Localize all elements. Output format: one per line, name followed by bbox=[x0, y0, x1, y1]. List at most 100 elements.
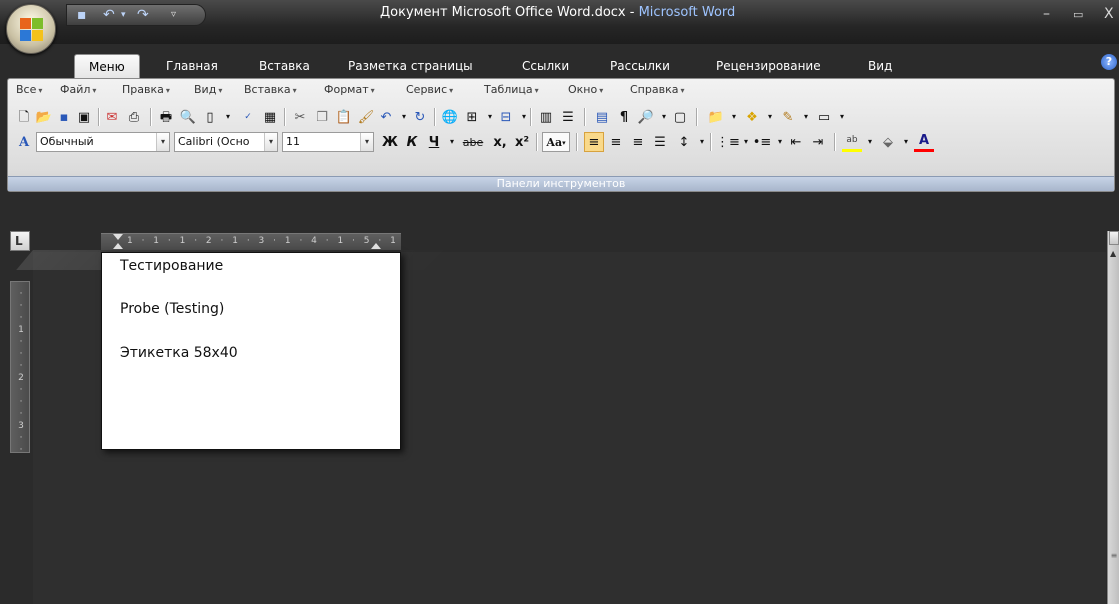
superscript-button[interactable]: x² bbox=[512, 132, 532, 152]
office-button[interactable] bbox=[6, 4, 56, 54]
subscript-button[interactable]: x, bbox=[490, 132, 510, 152]
menu-view[interactable]: Вид ▾ bbox=[194, 83, 222, 96]
shapes-dropdown-icon[interactable]: ▾ bbox=[796, 107, 816, 127]
print-icon[interactable]: 🖶 bbox=[156, 107, 176, 127]
paste-icon[interactable]: 📋 bbox=[334, 107, 354, 127]
decrease-indent-icon[interactable]: ⇤ bbox=[786, 132, 806, 152]
hyperlink-icon[interactable]: 🌐 bbox=[440, 107, 460, 127]
undo-dropdown-icon[interactable]: ▾ bbox=[121, 7, 126, 23]
chevron-down-icon[interactable]: ▾ bbox=[264, 133, 277, 151]
highlight-dropdown-icon[interactable]: ▾ bbox=[860, 132, 880, 152]
menu-table[interactable]: Таблица ▾ bbox=[484, 83, 539, 96]
paragraph[interactable]: Probe (Testing) bbox=[120, 301, 224, 317]
print-preview-icon[interactable]: ⎙ bbox=[124, 107, 144, 127]
research-dropdown-icon[interactable]: ▾ bbox=[218, 107, 238, 127]
paragraph[interactable]: Тестирование bbox=[120, 258, 223, 274]
scroll-thumb[interactable]: ≡ bbox=[1109, 551, 1119, 565]
justify-icon[interactable]: ☰ bbox=[650, 132, 670, 152]
shading-dropdown-icon[interactable]: ▾ bbox=[896, 132, 916, 152]
bullets-icon[interactable]: •≡ bbox=[752, 132, 772, 152]
tab-review[interactable]: Рецензирование bbox=[702, 54, 835, 78]
menu-format[interactable]: Формат ▾ bbox=[324, 83, 375, 96]
vertical-scrollbar[interactable]: ▲ ≡ bbox=[1107, 231, 1119, 604]
spelling-icon[interactable]: ✓ bbox=[238, 107, 258, 127]
save-icon[interactable]: ▪ bbox=[54, 107, 74, 127]
align-left-icon[interactable]: ≡ bbox=[584, 132, 604, 152]
new-document-icon[interactable]: 🗋 bbox=[14, 107, 34, 127]
format-painter-icon[interactable]: 🖌 bbox=[356, 107, 376, 127]
underline-dropdown-icon[interactable]: ▾ bbox=[442, 132, 462, 152]
shapes-icon[interactable]: ✎ bbox=[778, 107, 798, 127]
email-icon[interactable]: ✉ bbox=[102, 107, 122, 127]
left-indent-marker[interactable] bbox=[113, 243, 123, 249]
paragraph[interactable]: Этикетка 58x40 bbox=[120, 345, 238, 361]
menu-window[interactable]: Окно ▾ bbox=[568, 83, 603, 96]
redo-icon[interactable]: ↻ bbox=[410, 107, 430, 127]
research-icon[interactable]: ▯ bbox=[200, 107, 220, 127]
customize-qat-icon[interactable]: ▿ bbox=[171, 7, 176, 23]
underline-button[interactable]: Ч bbox=[424, 132, 444, 152]
save-icon[interactable]: ▪ bbox=[77, 7, 87, 23]
insert-excel-icon[interactable]: ⊟ bbox=[496, 107, 516, 127]
styles-icon[interactable]: A bbox=[14, 132, 34, 152]
chevron-down-icon[interactable]: ▾ bbox=[360, 133, 373, 151]
undo-icon[interactable]: ↶ bbox=[376, 107, 396, 127]
line-spacing-icon[interactable]: ↕ bbox=[674, 132, 694, 152]
help-icon[interactable]: ? bbox=[1101, 54, 1117, 70]
menu-all[interactable]: Все ▾ bbox=[16, 83, 42, 96]
tab-page-layout[interactable]: Разметка страницы bbox=[334, 54, 487, 78]
redo-icon[interactable]: ↷ bbox=[137, 7, 149, 23]
menu-file[interactable]: Файл ▾ bbox=[60, 83, 96, 96]
undo-icon[interactable]: ↶ bbox=[103, 7, 115, 23]
bold-button[interactable]: Ж bbox=[380, 132, 400, 152]
tab-references[interactable]: Ссылки bbox=[508, 54, 583, 78]
close-button[interactable]: X bbox=[1104, 6, 1114, 22]
cut-icon[interactable]: ✂ bbox=[290, 107, 310, 127]
open-icon[interactable]: 📂 bbox=[34, 107, 54, 127]
folder-dropdown-icon[interactable]: ▾ bbox=[724, 107, 744, 127]
align-center-icon[interactable]: ≡ bbox=[606, 132, 626, 152]
word-count-icon[interactable]: ▦ bbox=[260, 107, 280, 127]
first-line-indent-marker[interactable] bbox=[113, 234, 123, 240]
chevron-down-icon[interactable]: ▾ bbox=[156, 133, 169, 151]
align-right-icon[interactable]: ≡ bbox=[628, 132, 648, 152]
horizontal-ruler[interactable]: 1 · 1 · 1 · 2 · 1 · 3 · 1 · 4 · 1 · 5 · … bbox=[101, 233, 401, 250]
menu-tools[interactable]: Сервис ▾ bbox=[406, 83, 453, 96]
document-map-icon[interactable]: ▤ bbox=[592, 107, 612, 127]
font-size-combo[interactable]: 11 ▾ bbox=[282, 132, 374, 152]
menu-edit[interactable]: Правка ▾ bbox=[122, 83, 170, 96]
change-case-button[interactable]: Aa ▾ bbox=[542, 132, 570, 152]
tab-view[interactable]: Вид bbox=[854, 54, 906, 78]
strikethrough-button[interactable]: abe bbox=[460, 132, 486, 152]
scroll-up-icon[interactable]: ▲ bbox=[1110, 249, 1116, 258]
maximize-button[interactable]: ▭ bbox=[1073, 8, 1083, 21]
zoom-icon[interactable]: 🔎 bbox=[636, 107, 656, 127]
tab-mailings[interactable]: Рассылки bbox=[596, 54, 684, 78]
zoom-preview-icon[interactable]: 🔍 bbox=[178, 107, 198, 127]
clipart-dropdown-icon[interactable]: ▾ bbox=[760, 107, 780, 127]
view-ruler-button[interactable] bbox=[1109, 231, 1119, 245]
tab-selector-button[interactable]: L bbox=[10, 231, 30, 251]
menu-help[interactable]: Справка ▾ bbox=[630, 83, 684, 96]
insert-table-icon[interactable]: ⊞ bbox=[462, 107, 482, 127]
excel-dropdown-icon[interactable]: ▾ bbox=[514, 107, 534, 127]
copy-icon[interactable]: ❐ bbox=[312, 107, 332, 127]
full-screen-icon[interactable]: ▢ bbox=[670, 107, 690, 127]
tab-insert[interactable]: Вставка bbox=[245, 54, 324, 78]
shading-icon[interactable]: ⬙ bbox=[878, 132, 898, 152]
open-folder-icon[interactable]: 📁 bbox=[706, 107, 726, 127]
menu-insert[interactable]: Вставка ▾ bbox=[244, 83, 297, 96]
textbox-dropdown-icon[interactable]: ▾ bbox=[832, 107, 852, 127]
permission-icon[interactable]: ▣ bbox=[74, 107, 94, 127]
highlight-icon[interactable]: ab bbox=[842, 132, 862, 152]
right-indent-marker[interactable] bbox=[371, 243, 381, 249]
minimize-button[interactable]: – bbox=[1043, 6, 1050, 22]
increase-indent-icon[interactable]: ⇥ bbox=[808, 132, 828, 152]
textbox-icon[interactable]: ▭ bbox=[814, 107, 834, 127]
vertical-ruler[interactable]: · · · 1 · · · 2 · · · 3 · · bbox=[10, 281, 30, 455]
tab-home[interactable]: Главная bbox=[152, 54, 232, 78]
italic-button[interactable]: К bbox=[402, 132, 422, 152]
font-color-icon[interactable]: A bbox=[914, 132, 934, 152]
document-page[interactable]: Тестирование Probe (Testing) Этикетка 58… bbox=[101, 252, 401, 450]
numbering-icon[interactable]: ⋮≡ bbox=[716, 132, 740, 152]
